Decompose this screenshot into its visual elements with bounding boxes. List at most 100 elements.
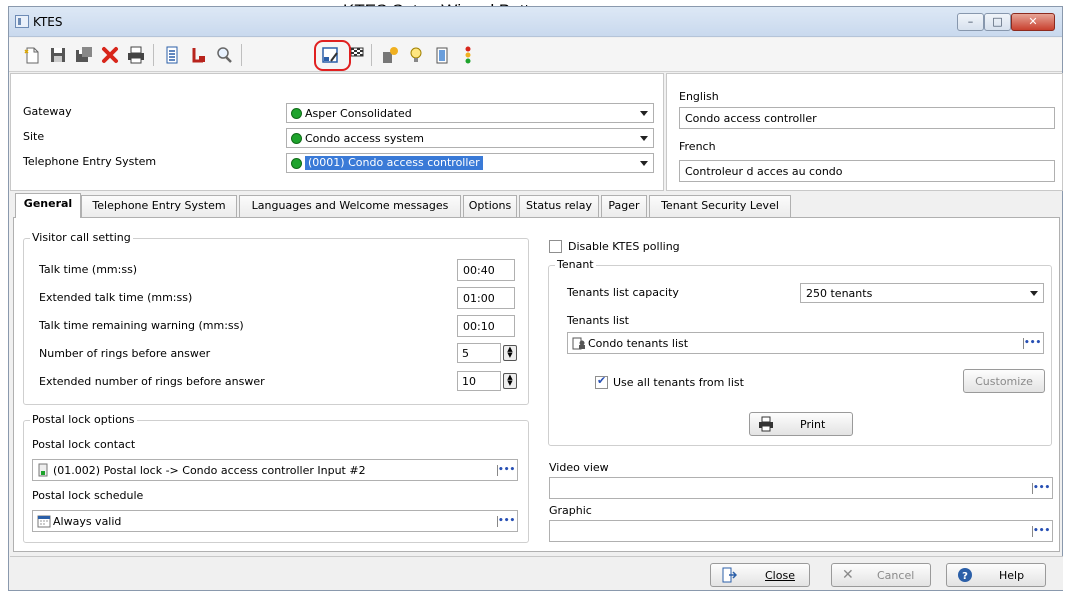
tab-languages[interactable]: Languages and Welcome messages — [239, 195, 461, 217]
dropdown-arrow-icon[interactable] — [1030, 291, 1038, 296]
dropdown-arrow-icon[interactable] — [640, 161, 648, 166]
use-all-tenants-checkbox[interactable] — [595, 374, 608, 389]
postal-schedule-picker[interactable]: Always valid ••• — [32, 510, 518, 532]
browse-icon[interactable]: ••• — [1032, 526, 1050, 537]
title-bar: KTES – □ ✕ — [9, 7, 1062, 37]
description-panel: English Condo access controller French C… — [666, 73, 1063, 191]
tenants-list-picker[interactable]: Condo tenants list ••• — [567, 332, 1044, 354]
postal-contact-label: Postal lock contact — [32, 438, 136, 451]
rings-stepper[interactable]: 5 — [457, 343, 501, 363]
customize-button-label: Customize — [975, 375, 1033, 388]
disable-polling-checkbox[interactable] — [549, 240, 562, 253]
site-label: Site — [23, 130, 45, 143]
ext-rings-stepper[interactable]: 10 — [457, 371, 501, 391]
tab-status-relay[interactable]: Status relay — [519, 195, 599, 217]
print-icon — [759, 416, 773, 432]
ext-rings-spin-icon[interactable]: ▲ ▼ — [503, 373, 517, 389]
close-window-button[interactable]: ✕ — [1011, 13, 1055, 31]
cancel-button[interactable]: ✕ Cancel — [831, 563, 931, 587]
graphic-picker[interactable]: ••• — [549, 520, 1053, 542]
tab-general[interactable]: General — [15, 193, 81, 218]
graphic-label: Graphic — [549, 504, 592, 517]
save-icon[interactable] — [47, 44, 69, 66]
browse-icon[interactable]: ••• — [1032, 483, 1050, 494]
lightbulb-icon[interactable] — [405, 44, 427, 66]
entity-selection-panel: Gateway Asper Consolidated Site Condo ac… — [10, 73, 664, 191]
warning-label: Talk time remaining warning (mm:ss) — [39, 319, 244, 332]
maximize-button[interactable]: □ — [984, 13, 1011, 31]
dropdown-arrow-icon[interactable] — [640, 136, 648, 141]
app-icon — [15, 15, 29, 28]
ext-talk-time-label: Extended talk time (mm:ss) — [39, 291, 193, 304]
cancel-button-label: Cancel — [877, 569, 915, 582]
tenants-list-value: Condo tenants list — [588, 337, 689, 350]
ktes-window: KTES – □ ✕ Gateway Asper Consolidated Si… — [8, 6, 1063, 591]
browse-icon[interactable]: ••• — [497, 465, 515, 476]
tenants-list-label: Tenants list — [567, 314, 629, 327]
ext-talk-time-field[interactable]: 01:00 — [457, 287, 515, 309]
status-online-icon — [291, 133, 302, 144]
toolbar-separator — [371, 44, 372, 66]
rings-spin-icon[interactable]: ▲ ▼ — [503, 345, 517, 361]
tab-strip: General Telephone Entry System Languages… — [13, 193, 1061, 218]
toolbar-separator — [241, 44, 242, 66]
postal-lock-group: Postal lock options Postal lock contact … — [23, 413, 529, 543]
print-icon[interactable] — [125, 44, 147, 66]
capacity-label: Tenants list capacity — [567, 286, 679, 299]
help-button[interactable]: ? Help — [946, 563, 1046, 587]
use-all-tenants-label: Use all tenants from list — [613, 376, 744, 389]
site-combo[interactable]: Condo access system — [286, 128, 654, 148]
help-button-label: Help — [999, 569, 1025, 582]
new-icon[interactable] — [21, 44, 43, 66]
disable-polling-label: Disable KTES polling — [568, 240, 680, 253]
video-view-picker[interactable]: ••• — [549, 477, 1053, 499]
calendar-icon — [37, 515, 51, 528]
link-icon[interactable] — [187, 44, 209, 66]
tab-telephone-entry-system[interactable]: Telephone Entry System — [81, 195, 237, 217]
toolbar — [9, 38, 1062, 72]
customize-button[interactable]: Customize — [963, 369, 1045, 393]
delete-icon[interactable] — [99, 44, 121, 66]
properties-icon[interactable] — [379, 44, 401, 66]
rings-label: Number of rings before answer — [39, 347, 211, 360]
warning-field[interactable]: 00:10 — [457, 315, 515, 337]
browse-icon[interactable]: ••• — [497, 516, 515, 527]
capacity-value: 250 tenants — [806, 287, 873, 300]
tes-combo[interactable]: (0001) Condo access controller — [286, 153, 654, 173]
help-icon: ? — [958, 568, 972, 582]
french-label: French — [679, 140, 716, 153]
door-icon[interactable] — [431, 44, 453, 66]
capacity-combo[interactable]: 250 tenants — [800, 283, 1044, 303]
cancel-x-icon: ✕ — [842, 567, 854, 583]
tab-pager[interactable]: Pager — [601, 195, 647, 217]
toolbar-separator — [153, 44, 154, 66]
status-light-icon[interactable] — [457, 44, 479, 66]
search-icon[interactable] — [213, 44, 235, 66]
list-icon[interactable] — [161, 44, 183, 66]
talk-time-label: Talk time (mm:ss) — [39, 263, 138, 276]
postal-contact-value: (01.002) Postal lock -> Condo access con… — [53, 464, 366, 477]
status-online-icon — [291, 108, 302, 119]
french-description-field[interactable]: Controleur d acces au condo — [679, 160, 1055, 182]
minimize-button[interactable]: – — [957, 13, 984, 31]
exit-door-icon — [722, 567, 737, 583]
save-copy-icon[interactable] — [73, 44, 95, 66]
general-tab-panel: Visitor call setting Talk time (mm:ss) 0… — [13, 217, 1060, 552]
gateway-combo[interactable]: Asper Consolidated — [286, 103, 654, 123]
tab-tenant-security-level[interactable]: Tenant Security Level — [649, 195, 791, 217]
print-button[interactable]: Print — [749, 412, 853, 436]
gateway-label: Gateway — [23, 105, 72, 118]
browse-icon[interactable]: ••• — [1023, 338, 1041, 349]
dropdown-arrow-icon[interactable] — [640, 111, 648, 116]
english-label: English — [679, 90, 719, 103]
status-online-icon — [291, 158, 302, 169]
close-button[interactable]: Close — [710, 563, 810, 587]
tab-options[interactable]: Options — [463, 195, 517, 217]
input-contact-icon — [38, 463, 48, 477]
gateway-value: Asper Consolidated — [305, 107, 412, 120]
english-description-field[interactable]: Condo access controller — [679, 107, 1055, 129]
tenant-group: Tenant Tenants list capacity 250 tenants… — [548, 258, 1052, 446]
tenants-list-icon — [572, 337, 585, 350]
postal-contact-picker[interactable]: (01.002) Postal lock -> Condo access con… — [32, 459, 518, 481]
talk-time-field[interactable]: 00:40 — [457, 259, 515, 281]
